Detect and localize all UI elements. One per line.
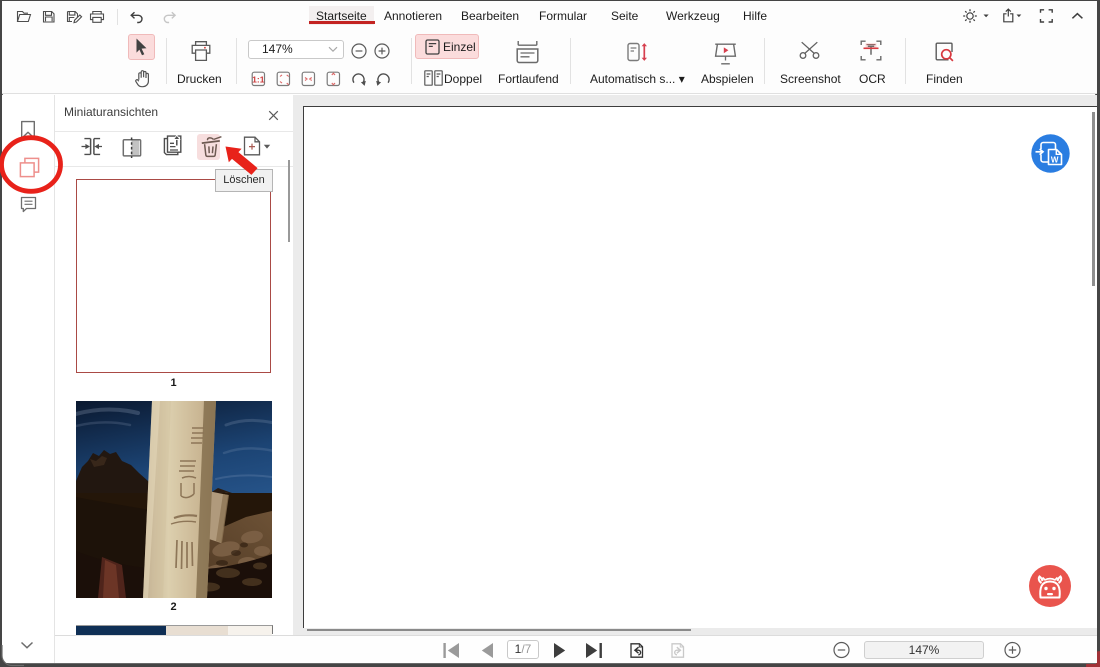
- svg-text:1:1: 1:1: [252, 74, 265, 84]
- svg-text:W: W: [1051, 155, 1059, 164]
